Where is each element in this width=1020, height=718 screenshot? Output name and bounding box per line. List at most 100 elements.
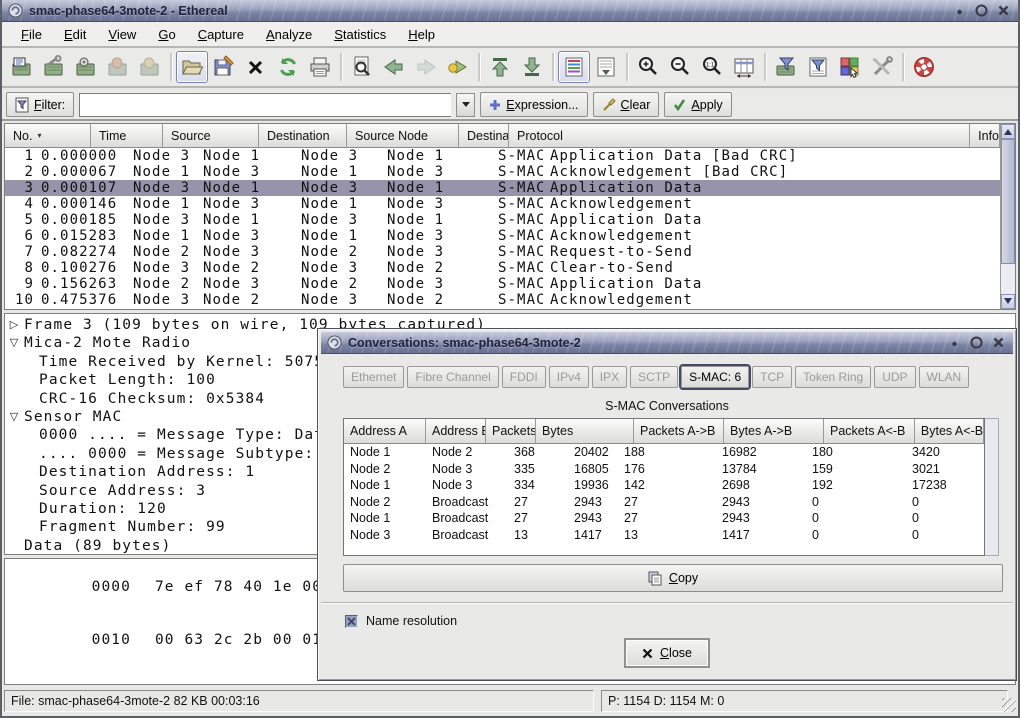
preferences-icon[interactable] [866,51,898,83]
zoom-normal-icon[interactable]: 1:1 [696,51,728,83]
dialog-titlebar[interactable]: Conversations: smac-phase64-3mote-2 [321,332,1013,354]
column-header[interactable]: No. [5,124,91,148]
capture-start-icon[interactable] [70,51,102,83]
dialog-maximize-icon[interactable] [968,334,985,351]
zoom-out-icon[interactable] [664,51,696,83]
expression-button[interactable]: Expression... [480,92,587,117]
expander-icon[interactable] [5,445,24,463]
expander-icon[interactable] [5,500,24,518]
go-back-icon[interactable] [378,51,410,83]
column-header[interactable]: Destination Node [459,124,509,148]
packet-row[interactable]: 100.475376Node 3Node 2Node 3Node 2S-MACA… [5,292,1000,308]
titlebar[interactable]: smac-phase64-3mote-2 - Ethereal [2,0,1018,22]
expander-icon[interactable] [5,482,24,500]
menu-item[interactable]: Go [147,24,186,45]
dialog-close-icon[interactable] [990,334,1007,351]
dialog-minimize-icon[interactable] [946,334,963,351]
conv-column-header[interactable]: Bytes A<-B [915,419,984,444]
packet-row[interactable]: 70.082274Node 2Node 3Node 2Node 3S-MACRe… [5,244,1000,260]
capture-restart-icon[interactable] [134,51,166,83]
filter-input[interactable] [79,93,451,117]
protocol-tab[interactable]: IPv4 [549,366,589,388]
menu-item[interactable]: Capture [187,24,255,45]
packet-row[interactable]: 90.156263Node 2Node 3Node 2Node 3S-MACAp… [5,276,1000,292]
conversation-row[interactable]: Node 1Node 236820402188169821803420 [344,444,984,461]
close-icon[interactable] [995,2,1012,19]
minimize-icon[interactable] [951,2,968,19]
expander-icon[interactable]: ▽ [5,408,24,426]
packet-row[interactable]: 20.000067Node 1Node 3Node 1Node 3S-MACAc… [5,164,1000,180]
apply-button[interactable]: Apply [664,92,731,117]
menu-item[interactable]: Analyze [255,24,323,45]
protocol-tab[interactable]: FDDI [502,366,546,388]
expander-icon[interactable] [5,353,24,371]
scroll-down-icon[interactable] [1001,294,1015,309]
packet-row[interactable]: 50.000185Node 3Node 1Node 3Node 1S-MACAp… [5,212,1000,228]
conv-column-header[interactable]: Bytes [536,419,634,444]
close-capture-icon[interactable] [240,51,272,83]
protocol-tab[interactable]: Fibre Channel [407,366,498,388]
column-header[interactable]: Info [970,124,1000,148]
print-icon[interactable] [304,51,336,83]
conversation-row[interactable]: Node 2Node 333516805176137841593021 [344,461,984,478]
conversations-scrollbar[interactable] [985,418,999,556]
protocol-tab[interactable]: UDP [874,366,915,388]
expander-icon[interactable] [5,426,24,444]
protocol-tab[interactable]: S-MAC: 6 [681,366,749,388]
protocol-tab[interactable]: TCP [752,366,792,388]
conv-column-header[interactable]: Packets [486,419,536,444]
expander-icon[interactable] [5,463,24,481]
packet-list-scrollbar[interactable] [1000,124,1015,309]
expander-icon[interactable] [5,371,24,389]
column-header[interactable]: Source [163,124,259,148]
maximize-icon[interactable] [973,2,990,19]
expander-icon[interactable] [5,537,24,555]
conversation-row[interactable]: Node 3Broadcast13141713141700 [344,527,984,544]
filter-dropdown-icon[interactable] [456,93,475,117]
open-file-icon[interactable] [176,51,208,83]
protocol-tab[interactable]: Token Ring [795,366,871,388]
zoom-in-icon[interactable] [632,51,664,83]
capture-stop-icon[interactable] [102,51,134,83]
conv-column-header[interactable]: Address A [344,419,426,444]
packet-row[interactable]: 10.000000Node 3Node 1Node 3Node 1S-MACAp… [5,148,1000,164]
menu-item[interactable]: View [97,24,147,45]
packet-row[interactable]: 40.000146Node 1Node 3Node 1Node 3S-MACAc… [5,196,1000,212]
protocol-tab[interactable]: IPX [592,366,627,388]
close-button[interactable]: Close [624,638,710,668]
help-icon[interactable] [908,51,940,83]
auto-scroll-icon[interactable] [590,51,622,83]
menu-item[interactable]: Help [397,24,446,45]
go-to-packet-icon[interactable] [442,51,474,83]
protocol-tab[interactable]: Ethernet [343,366,404,388]
colorize-icon[interactable] [558,51,590,83]
menu-item[interactable]: File [10,24,53,45]
menu-item[interactable]: Edit [53,24,97,45]
capture-interfaces-icon[interactable] [6,51,38,83]
name-resolution-checkbox[interactable] [345,615,358,628]
protocol-tab[interactable]: WLAN [919,366,970,388]
conv-column-header[interactable]: Address B [426,419,486,444]
save-file-icon[interactable] [208,51,240,83]
resize-grip[interactable] [1002,698,1016,712]
expander-icon[interactable]: ▽ [5,334,24,352]
conv-column-header[interactable]: Bytes A->B [724,419,824,444]
column-header[interactable]: Time [91,124,163,148]
go-forward-icon[interactable] [410,51,442,83]
resize-columns-icon[interactable] [728,51,760,83]
reload-icon[interactable] [272,51,304,83]
capture-options-icon[interactable] [38,51,70,83]
display-filters-icon[interactable] [802,51,834,83]
packet-row[interactable]: 30.000107Node 3Node 1Node 3Node 1S-MACAp… [5,180,1000,196]
copy-button[interactable]: Copy [343,564,1003,592]
expander-icon[interactable] [5,518,24,536]
go-to-top-icon[interactable] [484,51,516,83]
conv-column-header[interactable]: Packets A->B [634,419,724,444]
column-header[interactable]: Destination [259,124,347,148]
column-header[interactable]: Source Node [347,124,459,148]
protocol-tab[interactable]: SCTP [630,366,678,388]
expander-icon[interactable]: ▷ [5,316,24,334]
find-packet-icon[interactable] [346,51,378,83]
filter-button[interactable]: Filter: [6,92,74,117]
column-header[interactable]: Protocol [509,124,970,148]
